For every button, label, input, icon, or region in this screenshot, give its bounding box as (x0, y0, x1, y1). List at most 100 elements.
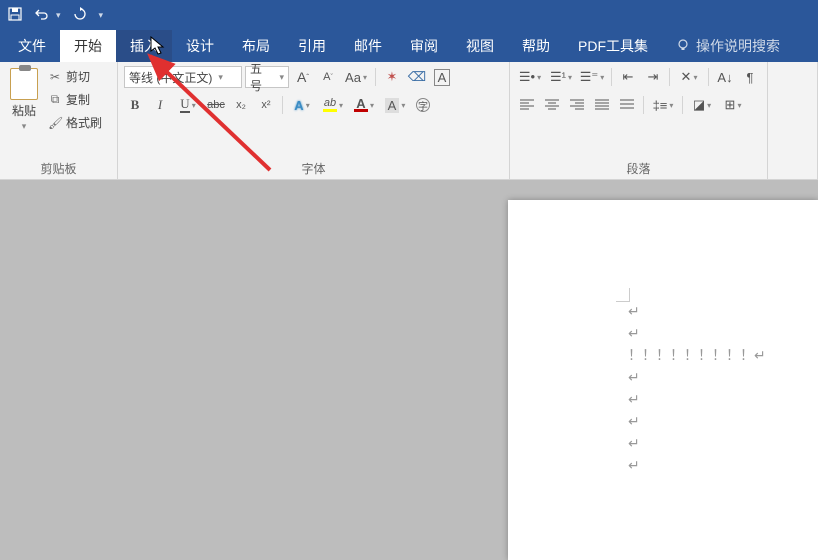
multilevel-icon: ☰⁼ (580, 69, 599, 85)
separator (375, 68, 376, 86)
cut-label: 剪切 (66, 68, 90, 85)
tell-me-label: 操作说明搜索 (696, 36, 780, 56)
save-icon[interactable] (8, 7, 22, 24)
numbering-icon: ☰¹ (550, 69, 566, 85)
strikethrough-button[interactable]: abc (205, 94, 227, 116)
paragraph-mark: ↵ (628, 410, 778, 432)
align-center-button[interactable] (541, 94, 563, 116)
separator (669, 68, 670, 86)
show-marks-button[interactable]: ¶ (739, 66, 761, 88)
numbering-button[interactable]: ☰¹▾ (547, 66, 575, 88)
paragraph-mark: ↵ (628, 322, 778, 344)
font-size-combo[interactable]: 五号 ▾ (245, 66, 289, 88)
change-case-button[interactable]: Aa▾ (342, 66, 370, 88)
separator (611, 68, 612, 86)
paste-label: 粘贴 (12, 102, 36, 119)
chevron-down-icon: ▾ (218, 72, 223, 83)
shrink-font-button[interactable]: Aˇ (317, 66, 339, 88)
format-painter-label: 格式刷 (66, 114, 102, 131)
group-styles (768, 62, 818, 179)
paragraph-mark: ↵ (628, 366, 778, 388)
tab-file[interactable]: 文件 (4, 30, 60, 62)
justify-button[interactable] (591, 94, 613, 116)
tab-design[interactable]: 设计 (172, 30, 228, 62)
tab-pdf[interactable]: PDF工具集 (564, 30, 662, 62)
copy-icon: ⧉ (48, 92, 62, 107)
underline-button[interactable]: U▾ (174, 94, 202, 116)
tab-mailings[interactable]: 邮件 (340, 30, 396, 62)
bullets-icon: ☰• (519, 69, 535, 85)
tab-references[interactable]: 引用 (284, 30, 340, 62)
font-name-value: 等线 (中文正文) (129, 69, 212, 86)
redo-icon[interactable] (73, 7, 87, 24)
format-painter-button[interactable]: 🖌 格式刷 (48, 114, 102, 131)
tell-me-search[interactable]: 操作说明搜索 (662, 30, 794, 62)
clear-formatting-button[interactable]: ⌫ (406, 66, 428, 88)
ribbon: 粘贴 ▾ ✂ 剪切 ⧉ 复制 🖌 格式刷 剪贴板 (0, 62, 818, 180)
bold-button[interactable]: B (124, 94, 146, 116)
document-page[interactable]: ↵ ↵ ！！！！！！！！！↵ ↵ ↵ ↵ ↵ ↵ (508, 200, 818, 560)
group-paragraph: ☰•▾ ☰¹▾ ☰⁼▾ ⇤ ⇥ ✕▾ A↓ ¶ (510, 62, 768, 179)
paragraph-mark: ↵ (628, 432, 778, 454)
undo-dropdown-icon[interactable]: ▾ (56, 10, 61, 21)
paragraph-mark: ↵ (628, 300, 778, 322)
brush-icon: 🖌 (48, 116, 62, 130)
subscript-button[interactable]: x₂ (230, 94, 252, 116)
paste-button[interactable]: 粘贴 ▾ (6, 66, 42, 134)
titlebar: ▾ ▾ (0, 0, 818, 30)
separator (282, 96, 283, 114)
cut-button[interactable]: ✂ 剪切 (48, 68, 102, 85)
align-right-button[interactable] (566, 94, 588, 116)
distribute-button[interactable] (616, 94, 638, 116)
paragraph-group-label: 段落 (516, 156, 761, 177)
align-left-button[interactable] (516, 94, 538, 116)
shading-button[interactable]: ◪▾ (688, 94, 716, 116)
asian-layout-button[interactable]: ✕▾ (675, 66, 703, 88)
separator (643, 96, 644, 114)
superscript-button[interactable]: x² (255, 94, 277, 116)
separator (682, 96, 683, 114)
font-name-combo[interactable]: 等线 (中文正文) ▾ (124, 66, 242, 88)
undo-icon[interactable] (34, 7, 50, 24)
increase-indent-button[interactable]: ⇥ (642, 66, 664, 88)
character-border-button[interactable]: A (431, 66, 453, 88)
group-font: 等线 (中文正文) ▾ 五号 ▾ Aˆ Aˇ Aa▾ ✶ ⌫ A B I U▾ (118, 62, 510, 179)
decrease-indent-button[interactable]: ⇤ (617, 66, 639, 88)
sort-button[interactable]: A↓ (714, 66, 736, 88)
clipboard-group-label: 剪贴板 (6, 156, 111, 177)
lightbulb-icon (676, 38, 690, 55)
font-color-button[interactable]: A ▾ (350, 94, 378, 116)
ribbon-tabs: 文件 开始 插入 设计 布局 引用 邮件 审阅 视图 帮助 PDF工具集 操作说… (0, 30, 818, 62)
font-size-value: 五号 (250, 60, 273, 94)
paste-icon (10, 68, 38, 100)
highlight-button[interactable]: ab ▾ (319, 94, 347, 116)
separator (708, 68, 709, 86)
phonetic-guide-button[interactable]: ✶ (381, 66, 403, 88)
tab-help[interactable]: 帮助 (508, 30, 564, 62)
line-spacing-button[interactable]: ‡≡▾ (649, 94, 677, 116)
paragraph-mark: ↵ (628, 388, 778, 410)
tab-home[interactable]: 开始 (60, 30, 116, 62)
chevron-down-icon: ▾ (279, 72, 284, 83)
tab-view[interactable]: 视图 (452, 30, 508, 62)
bullets-button[interactable]: ☰•▾ (516, 66, 544, 88)
enclose-characters-button[interactable]: 字 (412, 94, 434, 116)
character-shading-button[interactable]: A▾ (381, 94, 409, 116)
grow-font-button[interactable]: Aˆ (292, 66, 314, 88)
qat-more-icon[interactable]: ▾ (99, 10, 104, 21)
tab-layout[interactable]: 布局 (228, 30, 284, 62)
group-clipboard: 粘贴 ▾ ✂ 剪切 ⧉ 复制 🖌 格式刷 剪贴板 (0, 62, 118, 179)
tab-review[interactable]: 审阅 (396, 30, 452, 62)
italic-button[interactable]: I (149, 94, 171, 116)
text-effects-button[interactable]: A▾ (288, 94, 316, 116)
copy-button[interactable]: ⧉ 复制 (48, 91, 102, 108)
scissors-icon: ✂ (48, 70, 62, 84)
paste-dropdown-icon: ▾ (22, 121, 27, 132)
tab-insert[interactable]: 插入 (116, 30, 172, 62)
text-line: ！！！！！！！！！↵ (628, 344, 778, 366)
margin-corner-icon (616, 288, 630, 302)
copy-label: 复制 (66, 91, 90, 108)
multilevel-button[interactable]: ☰⁼▾ (578, 66, 606, 88)
borders-button[interactable]: ⊞▾ (719, 94, 747, 116)
paragraph-mark: ↵ (628, 454, 778, 476)
